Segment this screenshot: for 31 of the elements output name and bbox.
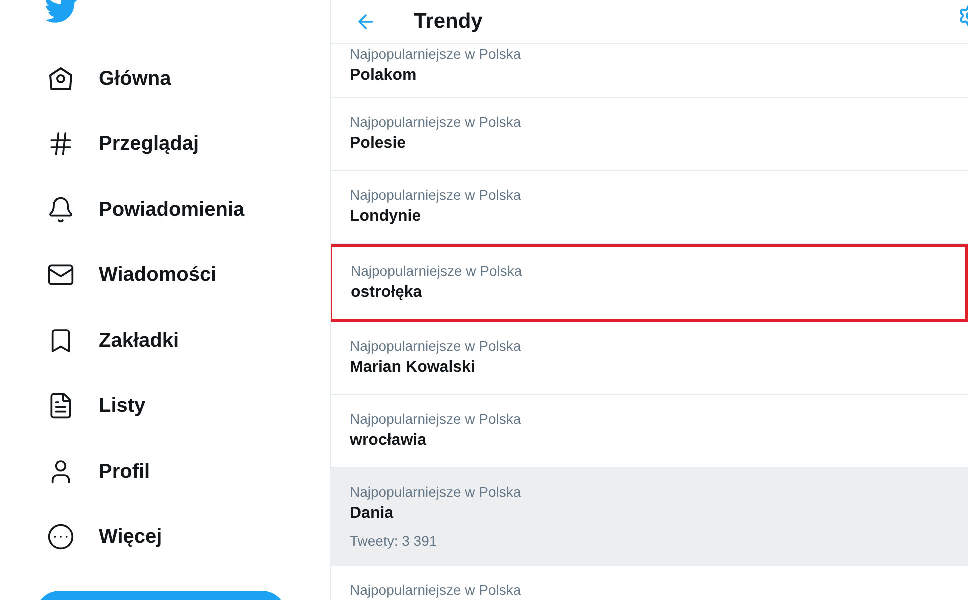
trend-title: wrocławia <box>350 431 428 451</box>
tweet-count: Tweety: 3 391 <box>350 532 438 551</box>
nav-link[interactable]: Listy <box>36 374 157 439</box>
trend-item[interactable]: Najpopularniejsze w Polska ostrołęka <box>331 244 968 322</box>
nav-link[interactable]: Wiadomości <box>36 242 228 308</box>
trend-context: Najpopularniejsze w Polska <box>350 113 522 132</box>
nav-link[interactable]: Zakładki <box>36 308 190 374</box>
nav-link[interactable]: Profil <box>36 439 162 504</box>
nav-link[interactable]: Przeglądaj <box>36 112 210 177</box>
page-title: Trendy <box>414 8 483 35</box>
nav-link[interactable]: Powiadomienia <box>36 177 256 242</box>
home-icon <box>47 64 75 93</box>
trend-context: Najpopularniejsze w Polska <box>350 483 522 502</box>
trend-context: Najpopularniejsze w Polska <box>350 581 522 600</box>
trend-title: Marian Kowalski <box>350 358 476 378</box>
bird-logo-icon[interactable] <box>45 0 78 26</box>
trend-context: Najpopularniejsze w Polska <box>350 410 522 429</box>
trend-context: Najpopularniejsze w Polska <box>350 337 522 356</box>
trend-title: Polakom <box>350 66 418 86</box>
bell-icon <box>47 196 75 224</box>
trend-context: Najpopularniejsze w Polska <box>351 262 524 281</box>
nav-link[interactable]: Więcej <box>36 504 174 570</box>
trend-title: Polesie <box>350 134 408 154</box>
trend-context: Najpopularniejsze w Polska <box>350 45 522 64</box>
trend-title: Londynie <box>350 207 422 227</box>
trend-context: Najpopularniejsze w Polska <box>350 186 522 205</box>
trend-title: ostrołęka <box>351 283 424 303</box>
more-icon <box>47 523 75 552</box>
nav-link[interactable]: Główna <box>36 46 182 112</box>
trend-title: Dania <box>350 504 395 524</box>
trend-item[interactable]: Najpopularniejsze w Polska Dania Tweety: 3 391 <box>331 468 968 566</box>
